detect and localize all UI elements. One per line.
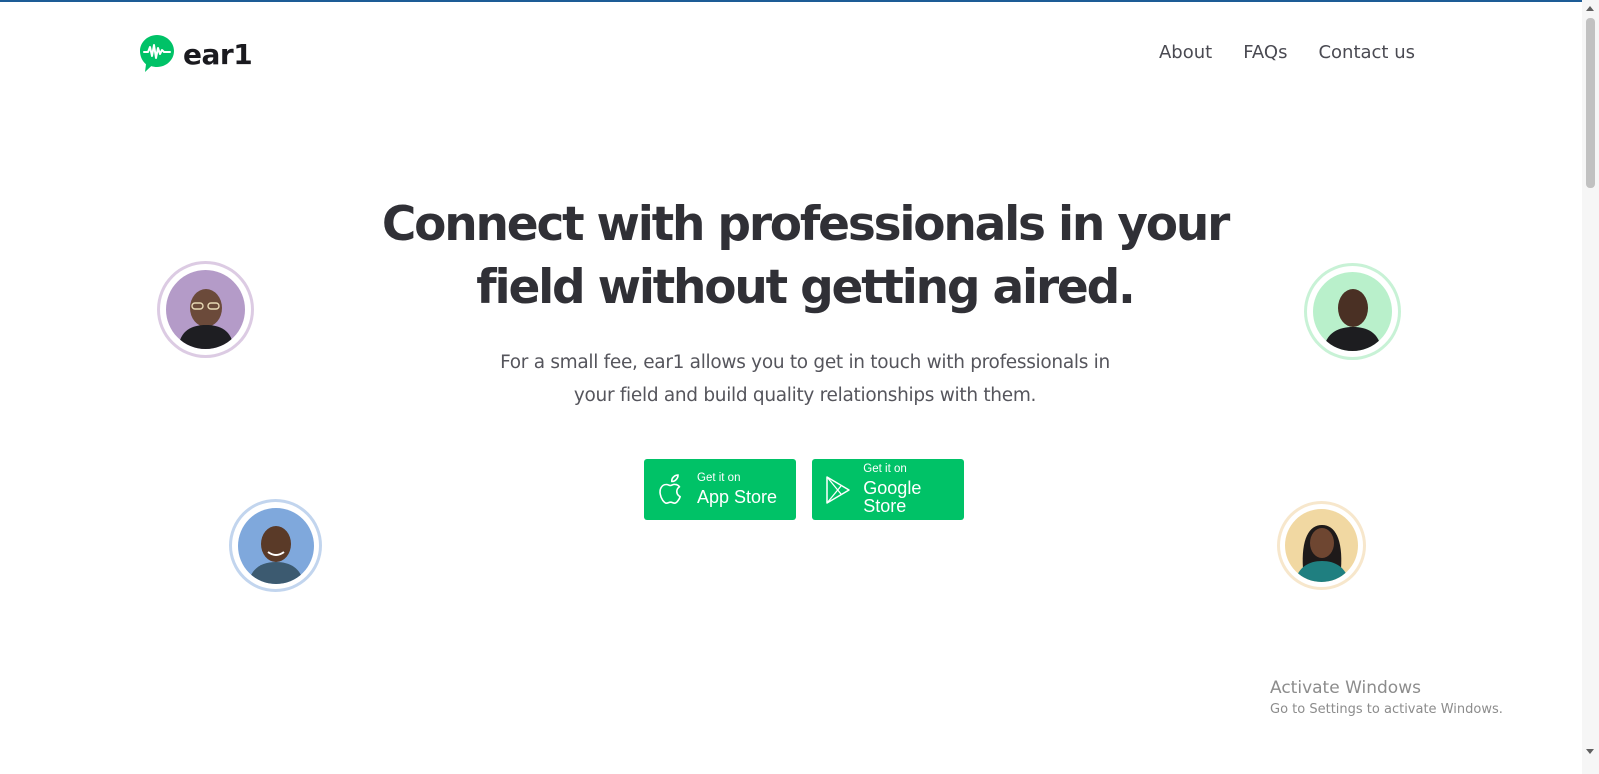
logo-text: ear1 <box>183 37 253 71</box>
google-store-text: Get it on Google Store <box>863 462 964 517</box>
hero-subtitle-line2: your field and build quality relationshi… <box>573 385 1037 406</box>
person-silhouette-icon <box>1323 289 1382 351</box>
windows-activation-watermark: Activate Windows Go to Settings to activ… <box>1270 678 1503 717</box>
hero-title-line2: field without getting aired. <box>476 260 1136 315</box>
watermark-subtitle: Go to Settings to activate Windows. <box>1270 702 1503 717</box>
app-store-button[interactable]: Get it on App Store <box>644 459 796 520</box>
nav-about-link[interactable]: About <box>1159 42 1212 63</box>
nav-contact-link[interactable]: Contact us <box>1318 42 1415 63</box>
scrollbar-thumb[interactable] <box>1586 18 1595 188</box>
hero-subtitle: For a small fee, ear1 allows you to get … <box>480 346 1130 412</box>
app-store-small-label: Get it on <box>697 471 741 484</box>
google-store-small-label: Get it on <box>863 462 907 475</box>
scroll-down-arrow-icon[interactable] <box>1586 749 1594 754</box>
google-store-button[interactable]: Get it on Google Store <box>812 459 964 520</box>
person-silhouette-icon <box>178 289 234 349</box>
page-scrollbar[interactable] <box>1582 0 1599 774</box>
hero-subtitle-line1: For a small fee, ear1 allows you to get … <box>500 352 1110 373</box>
brand-logo[interactable]: ear1 <box>139 33 253 75</box>
hero-title-line1: Connect with professionals in your <box>381 197 1230 252</box>
scroll-up-arrow-icon[interactable] <box>1586 6 1594 11</box>
apple-icon <box>654 473 688 507</box>
hero-title: Connect with professionals in your field… <box>340 193 1270 319</box>
google-store-label: Google Store <box>863 478 922 517</box>
avatar-top-right <box>1304 263 1401 360</box>
app-store-text: Get it on App Store <box>697 471 778 508</box>
avatar-bottom-left <box>229 499 322 592</box>
top-accent-bar <box>0 0 1599 2</box>
app-store-label: App Store <box>697 487 778 508</box>
person-silhouette-icon <box>247 525 304 584</box>
logo-speech-bubble-icon <box>140 35 174 72</box>
avatar-bottom-right <box>1277 501 1366 590</box>
person-silhouette-icon <box>1295 525 1349 582</box>
top-nav: About FAQs Contact us <box>1159 42 1415 63</box>
nav-faqs-link[interactable]: FAQs <box>1243 42 1287 63</box>
avatar-top-left <box>157 261 254 358</box>
play-icon <box>822 473 854 507</box>
watermark-title: Activate Windows <box>1270 678 1421 698</box>
